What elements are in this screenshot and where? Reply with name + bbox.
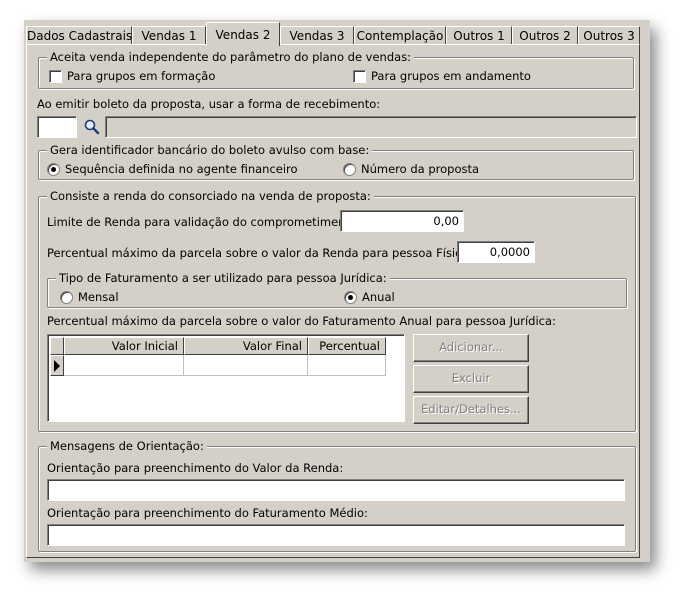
identificador-legend: Gera identificador bancário do boleto av… (47, 143, 373, 157)
adicionar-button[interactable]: Adicionar... (413, 334, 529, 362)
mensagens-group: Mensagens de Orientação: Orientação para… (38, 439, 636, 552)
grid-header-valor-final[interactable]: Valor Final (184, 337, 308, 355)
grid-cell-valor-inicial[interactable] (64, 355, 184, 376)
limite-renda-label: Limite de Renda para validação do compro… (47, 215, 361, 229)
forma-recebimento-code-input[interactable] (37, 116, 77, 138)
numero-proposta-radio[interactable] (343, 163, 356, 176)
tab-vendas-3[interactable]: Vendas 3 (280, 26, 354, 45)
excluir-button[interactable]: Excluir (413, 365, 529, 393)
aceita-venda-legend: Aceita venda independente do parâmetro d… (47, 50, 415, 64)
formacao-label: Para grupos em formação (67, 69, 216, 83)
orientacao-faturamento-input[interactable] (47, 524, 625, 546)
andamento-label: Para grupos em andamento (371, 69, 531, 83)
vendas-2-panel: Aceita venda independente do parâmetro d… (26, 44, 640, 558)
grid-header-percentual[interactable]: Percentual (308, 337, 386, 355)
grid-corner (50, 337, 64, 355)
andamento-checkbox[interactable] (353, 70, 366, 83)
renda-group: Consiste a renda do consorciado na venda… (38, 189, 636, 432)
limite-renda-input[interactable] (340, 210, 464, 232)
tab-outros-2[interactable]: Outros 2 (512, 26, 578, 45)
tab-strip: Dados Cadastrais Vendas 1 Vendas 2 Venda… (24, 22, 644, 46)
editar-detalhes-button[interactable]: Editar/Detalhes... (413, 396, 529, 424)
tab-vendas-2[interactable]: Vendas 2 (206, 22, 280, 46)
forma-recebimento-description (105, 116, 637, 138)
settings-window: Dados Cadastrais Vendas 1 Vendas 2 Venda… (24, 20, 650, 562)
sequencia-label: Sequência definida no agente financeiro (65, 162, 298, 176)
mensal-label: Mensal (78, 290, 119, 304)
mensal-radio[interactable] (60, 291, 73, 304)
renda-legend: Consiste a renda do consorciado na venda… (47, 189, 374, 203)
faixas-grid[interactable]: Valor Inicial Valor Final Percentual (47, 334, 405, 422)
mensagens-legend: Mensagens de Orientação: (47, 439, 207, 453)
orientacao-faturamento-label: Orientação para preenchimento do Faturam… (47, 506, 368, 520)
anual-radio[interactable] (344, 291, 357, 304)
tab-dados-cadastrais[interactable]: Dados Cadastrais (26, 26, 132, 45)
tab-outros-1[interactable]: Outros 1 (446, 26, 512, 45)
tab-outros-3[interactable]: Outros 3 (578, 26, 640, 45)
percentual-pj-label: Percentual máximo da parcela sobre o val… (47, 314, 556, 328)
grid-cell-percentual[interactable] (308, 355, 386, 376)
grid-header-valor-inicial[interactable]: Valor Inicial (64, 337, 184, 355)
aceita-venda-group: Aceita venda independente do parâmetro d… (38, 50, 634, 89)
percentual-pf-input[interactable] (457, 241, 535, 263)
sequencia-radio[interactable] (47, 163, 60, 176)
identificador-group: Gera identificador bancário do boleto av… (38, 143, 634, 180)
faturamento-legend: Tipo de Faturamento a ser utilizado para… (56, 271, 390, 285)
anual-label: Anual (362, 290, 395, 304)
grid-cell-valor-final[interactable] (184, 355, 308, 376)
numero-proposta-label: Número da proposta (361, 162, 480, 176)
boleto-label: Ao emitir boleto da proposta, usar a for… (37, 97, 381, 111)
formacao-checkbox[interactable] (49, 70, 62, 83)
search-icon[interactable] (83, 118, 101, 136)
row-indicator-icon (50, 355, 64, 376)
faturamento-group: Tipo de Faturamento a ser utilizado para… (47, 271, 627, 308)
percentual-pf-label: Percentual máximo da parcela sobre o val… (47, 246, 473, 260)
tab-contemplacao[interactable]: Contemplação (354, 26, 446, 45)
orientacao-renda-input[interactable] (47, 479, 625, 501)
tab-vendas-1[interactable]: Vendas 1 (132, 26, 206, 45)
orientacao-renda-label: Orientação para preenchimento do Valor d… (47, 461, 344, 475)
